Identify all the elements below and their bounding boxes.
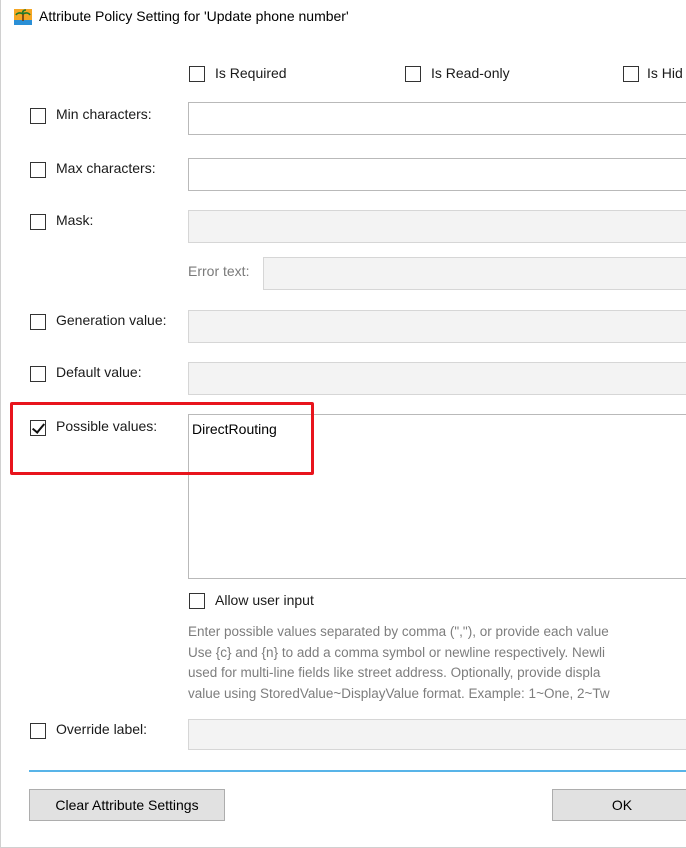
mask-checkbox[interactable] (30, 214, 46, 230)
title-bar: Attribute Policy Setting for 'Update pho… (1, 0, 686, 34)
override-label-input[interactable] (188, 719, 686, 750)
clear-attribute-settings-button[interactable]: Clear Attribute Settings (29, 789, 225, 821)
is-hidden-label: Is Hid (647, 65, 683, 81)
max-characters-input[interactable] (188, 158, 686, 191)
footer-divider (29, 770, 686, 772)
mask-label: Mask: (56, 212, 94, 228)
is-read-only-label: Is Read-only (431, 65, 510, 81)
error-text-label: Error text: (188, 263, 250, 279)
ok-button[interactable]: OK (552, 789, 686, 821)
default-value-label: Default value: (56, 364, 142, 380)
is-hidden-checkbox[interactable] (623, 66, 639, 82)
override-label-label: Override label: (56, 721, 148, 737)
mask-input[interactable] (188, 210, 686, 243)
max-characters-checkbox[interactable] (30, 162, 46, 178)
default-value-input[interactable] (188, 362, 686, 395)
possible-values-help-text: Enter possible values separated by comma… (188, 622, 686, 704)
attribute-policy-dialog: Attribute Policy Setting for 'Update pho… (0, 0, 686, 848)
generation-value-label: Generation value: (56, 312, 167, 328)
is-required-label: Is Required (215, 65, 287, 81)
palm-tree-app-icon (14, 9, 32, 25)
min-characters-input[interactable] (188, 102, 686, 135)
help-line: Enter possible values separated by comma… (188, 624, 609, 639)
allow-user-input-label: Allow user input (215, 592, 314, 608)
is-required-checkbox[interactable] (189, 66, 205, 82)
is-read-only-checkbox[interactable] (405, 66, 421, 82)
help-line: value using StoredValue~DisplayValue for… (188, 685, 610, 701)
min-characters-checkbox[interactable] (30, 108, 46, 124)
min-characters-label: Min characters: (56, 106, 152, 122)
error-text-input[interactable] (263, 257, 686, 290)
generation-value-checkbox[interactable] (30, 314, 46, 330)
allow-user-input-checkbox[interactable] (189, 593, 205, 609)
help-line: used for multi-line fields like street a… (188, 665, 601, 680)
override-label-checkbox[interactable] (30, 723, 46, 739)
highlight-box (10, 402, 314, 475)
help-line: Use {c} and {n} to add a comma symbol or… (188, 644, 605, 660)
default-value-checkbox[interactable] (30, 366, 46, 382)
generation-value-input[interactable] (188, 310, 686, 343)
window-title: Attribute Policy Setting for 'Update pho… (39, 8, 349, 24)
max-characters-label: Max characters: (56, 160, 156, 176)
